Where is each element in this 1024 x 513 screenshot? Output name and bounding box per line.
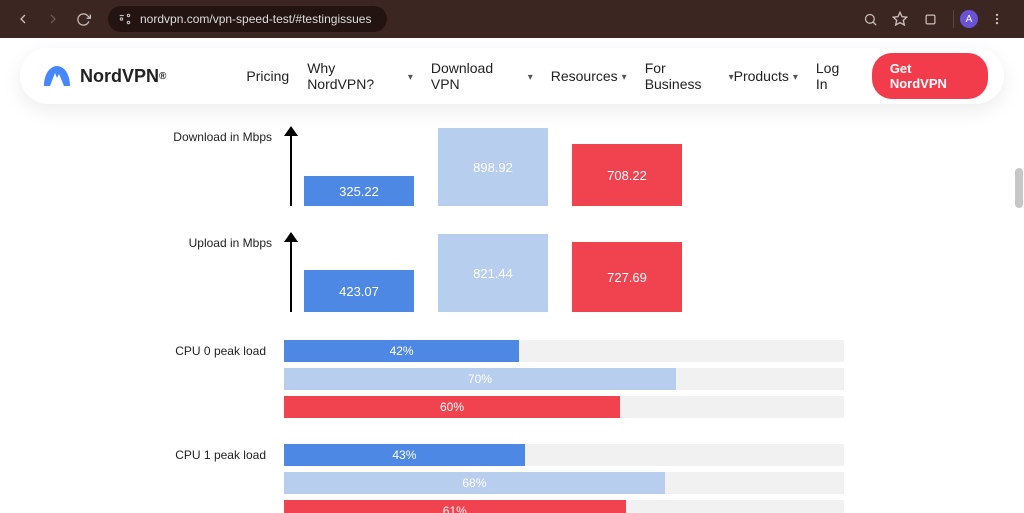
chevron-down-icon: ▾ [528,72,533,83]
forward-icon[interactable] [40,6,66,32]
bar-value: 325.22 [339,184,379,199]
browser-chrome: nordvpn.com/vpn-speed-test/#testingissue… [0,0,1024,38]
bar-value: 61% [443,504,467,513]
hbar-track: 42% [284,340,844,362]
cpu0-row-1: CPU 0 peak load 42% [132,340,892,362]
site-settings-icon[interactable] [118,12,132,26]
address-bar[interactable]: nordvpn.com/vpn-speed-test/#testingissue… [108,6,387,32]
chart-label: Upload in Mbps [132,234,284,312]
bar-value: 43% [392,448,416,462]
bars: 423.07 821.44 727.69 [304,234,682,312]
bar-value: 42% [390,344,414,358]
bars: 325.22 898.92 708.22 [304,128,682,206]
y-axis [284,234,298,312]
charts-section: Download in Mbps 325.22 898.92 708.22 Up… [0,38,1024,513]
nav-business[interactable]: For Business▾ [645,60,734,92]
hbar-track: 61% [284,500,844,513]
nav-pricing[interactable]: Pricing [246,60,289,92]
nav-link-label: Log In [816,60,854,92]
download-chart: Download in Mbps 325.22 898.92 708.22 [132,128,892,206]
bar-value: 821.44 [473,266,513,281]
brand-tm: ® [159,71,166,82]
cpu0-row-2: 70% [132,368,892,390]
bar-series-3: 708.22 [572,144,682,206]
extensions-icon[interactable] [917,6,943,32]
chevron-down-icon: ▾ [408,72,413,83]
bar-series-1: 325.22 [304,176,414,206]
hbar-track: 60% [284,396,844,418]
bar-value: 70% [468,372,492,386]
cpu1-row-1: CPU 1 peak load 43% [132,444,892,466]
cpu0-row-3: 60% [132,396,892,418]
bar-value: 60% [440,400,464,414]
nav-link-label: Products [734,68,789,84]
nav-link-label: Pricing [246,68,289,84]
avatar-initial: A [966,14,973,25]
bar-series-2: 821.44 [438,234,548,312]
profile-avatar[interactable]: A [960,10,978,28]
bar-value: 898.92 [473,160,513,175]
cpu1-row-3: 61% [132,500,892,513]
cta-button[interactable]: Get NordVPN [872,53,988,99]
cpu1-row-2: 68% [132,472,892,494]
bar-value: 423.07 [339,284,379,299]
site-nav: NordVPN® Pricing Why NordVPN? ▾ Download … [20,48,1004,104]
scrollbar-thumb[interactable] [1015,168,1023,208]
nav-right: Products ▾ Log In Get NordVPN [734,53,988,99]
hbar-fill-2: 70% [284,368,676,390]
arrow-up-icon [284,126,298,136]
divider [953,10,954,28]
reload-icon[interactable] [70,6,96,32]
nav-why[interactable]: Why NordVPN? ▾ [307,60,413,92]
nav-link-label: Why NordVPN? [307,60,404,92]
brand[interactable]: NordVPN® [42,64,166,88]
nav-products[interactable]: Products ▾ [734,68,798,84]
y-axis [284,128,298,206]
hbar-track: 68% [284,472,844,494]
chart-label: CPU 1 peak load [132,448,284,462]
hbar-fill-3: 61% [284,500,626,513]
chevron-down-icon: ▾ [622,72,627,83]
arrow-up-icon [284,232,298,242]
brand-name: NordVPN [80,66,159,87]
bar-series-3: 727.69 [572,242,682,312]
bar-series-1: 423.07 [304,270,414,312]
hbar-fill-1: 43% [284,444,525,466]
upload-chart: Upload in Mbps 423.07 821.44 727.69 [132,234,892,312]
hbar-fill-1: 42% [284,340,519,362]
page-body: NordVPN® Pricing Why NordVPN? ▾ Download … [0,38,1024,513]
back-icon[interactable] [10,6,36,32]
hbar-fill-2: 68% [284,472,665,494]
hbar-track: 70% [284,368,844,390]
zoom-icon[interactable] [857,6,883,32]
nav-link-label: Resources [551,68,618,84]
chart-label: CPU 0 peak load [132,344,284,358]
nav-login[interactable]: Log In [816,60,854,92]
nav-link-label: For Business [645,60,725,92]
hbar-fill-3: 60% [284,396,620,418]
url-text: nordvpn.com/vpn-speed-test/#testingissue… [140,12,371,26]
bar-value: 727.69 [607,270,647,285]
chart-label: Download in Mbps [132,128,284,206]
nav-resources[interactable]: Resources ▾ [551,60,627,92]
bar-value: 68% [462,476,486,490]
chevron-down-icon: ▾ [793,72,798,83]
kebab-menu-icon[interactable] [984,6,1010,32]
bookmark-icon[interactable] [887,6,913,32]
bar-value: 708.22 [607,168,647,183]
nav-download[interactable]: Download VPN ▾ [431,60,533,92]
brand-logo-icon [42,64,72,88]
hbar-track: 43% [284,444,844,466]
cta-label: Get NordVPN [890,61,947,91]
nav-links: Pricing Why NordVPN? ▾ Download VPN ▾ Reso… [246,60,733,92]
bar-series-2: 898.92 [438,128,548,206]
nav-link-label: Download VPN [431,60,524,92]
